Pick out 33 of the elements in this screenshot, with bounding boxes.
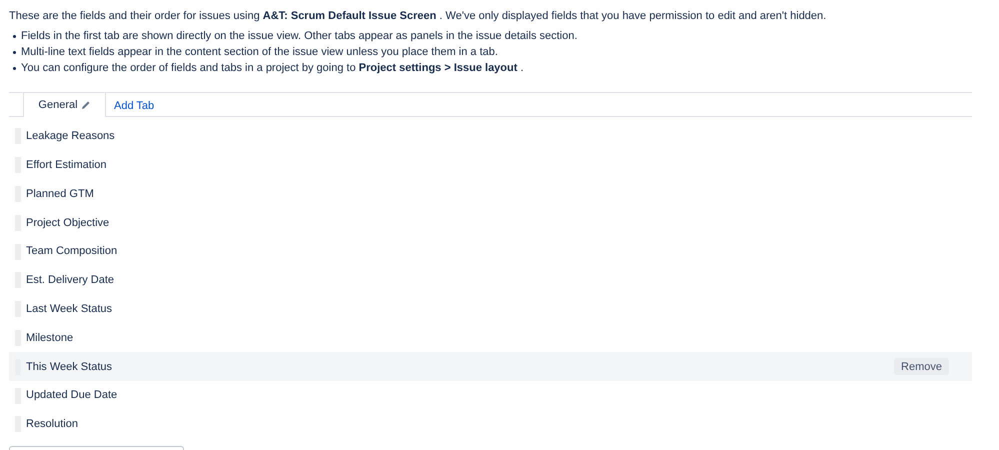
field-name: Resolution xyxy=(26,417,78,432)
bullet-icon xyxy=(13,35,16,38)
add-tab-link[interactable]: Add Tab xyxy=(106,94,162,116)
drag-handle-icon[interactable] xyxy=(15,272,21,288)
drag-handle-icon[interactable] xyxy=(15,301,21,318)
tab[interactable]: General xyxy=(23,93,106,117)
field-name: Milestone xyxy=(26,330,74,346)
note-text: Fields in the first tab are shown directly on the issue view. Other tabs appear as panels in the issue details section. xyxy=(21,30,578,43)
drag-handle-icon[interactable] xyxy=(15,128,21,144)
note-text: You can configure the order of fields and tabs in a project by going to Project settings > Issue layout . xyxy=(21,62,524,75)
drag-handle-icon[interactable] xyxy=(15,388,21,404)
note-text: Multi-line text fields appear in the content section of the issue view unless you place them in a tab. xyxy=(21,46,498,59)
field-name: Planned GTM xyxy=(26,186,94,202)
field-name: Project Objective xyxy=(26,216,110,231)
bullet-icon xyxy=(13,51,16,54)
field-name: Est. Delivery Date xyxy=(26,273,114,288)
drag-handle-icon[interactable] xyxy=(15,416,21,432)
bullet-icon xyxy=(13,67,16,70)
intro-text: These are the fields and their order for issues using A&T: Scrum Default Issue Screen . We've only displayed fields that you have permission to edit and aren't hidden. xyxy=(9,9,826,24)
field-name: Effort Estimation xyxy=(26,158,106,173)
drag-handle-icon[interactable] xyxy=(15,186,21,202)
drag-handle-icon[interactable] xyxy=(15,157,21,174)
field-name: Last Week Status xyxy=(26,302,112,317)
field-name: Team Composition xyxy=(26,244,118,260)
field-row[interactable]: This Week Status Remove xyxy=(9,352,972,382)
field-name: This Week Status xyxy=(26,360,112,375)
field-name: Leakage Reasons xyxy=(26,129,115,144)
drag-handle-icon[interactable] xyxy=(15,330,21,346)
remove-button[interactable]: Remove xyxy=(894,358,949,376)
pencil-icon[interactable] xyxy=(80,100,91,110)
field-name: Updated Due Date xyxy=(26,388,118,404)
drag-handle-icon[interactable] xyxy=(15,244,21,260)
drag-handle-icon[interactable] xyxy=(15,214,21,231)
